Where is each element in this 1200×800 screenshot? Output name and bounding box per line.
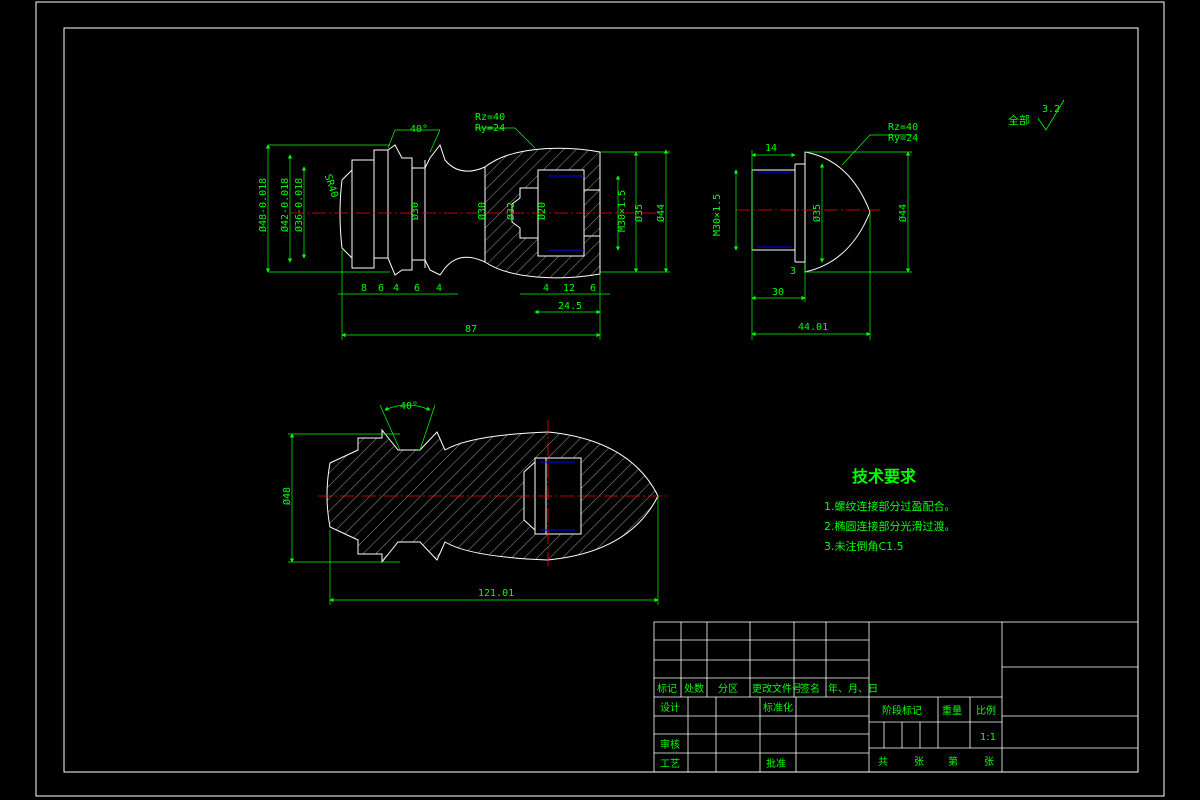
view1-dia-36: Ø36-0.018 bbox=[293, 178, 305, 232]
view1-dim-8: 8 bbox=[361, 283, 367, 294]
tb-sheets: 张 bbox=[914, 756, 924, 768]
view1-dim-4a: 4 bbox=[393, 283, 399, 294]
tb-standard: 标准化 bbox=[763, 701, 793, 714]
title-block bbox=[653, 621, 1139, 773]
view2-thread: M30×1.5 bbox=[712, 194, 723, 236]
view2-roughness-1: Rz=40 bbox=[888, 122, 918, 133]
view1-dim-4b: 4 bbox=[436, 283, 442, 294]
view3-total: 121.01 bbox=[478, 588, 514, 599]
view1-dia-44: Ø44 bbox=[655, 204, 667, 222]
view1-dia-30a: Ø30 bbox=[409, 202, 421, 220]
tb-header-doc: 更改文件号 bbox=[752, 682, 802, 695]
tb-review: 审核 bbox=[660, 738, 680, 751]
view2-d3: 3 bbox=[790, 266, 796, 277]
view1-roughness-1: Rz=40 bbox=[475, 112, 505, 123]
tb-design: 设计 bbox=[660, 701, 680, 714]
view1-dia-32: Ø32 bbox=[505, 202, 517, 220]
view1-dim-24-5: 24.5 bbox=[558, 301, 582, 312]
tb-header-count: 处数 bbox=[684, 682, 704, 695]
view3-dia: Ø48 bbox=[281, 487, 293, 505]
notes-title: 技术要求 bbox=[852, 467, 917, 486]
roughness-global-value: 3.2 bbox=[1042, 104, 1060, 115]
view2-dia35: Ø35 bbox=[811, 204, 823, 222]
notes-item-2: 2.椭圆连接部分光滑过渡。 bbox=[824, 519, 956, 533]
tb-header-mark: 标记 bbox=[657, 683, 677, 695]
sheet-border-inner bbox=[63, 27, 1139, 773]
tb-header-sign: 签名 bbox=[800, 682, 820, 695]
view2-d30: 30 bbox=[772, 287, 784, 298]
view1-angle: 40° bbox=[410, 124, 428, 135]
view2-dimensions bbox=[733, 134, 912, 340]
cad-drawing: 40° SR40 Rz=40 Ry=24 Ø48-0.018 Ø42-0.018… bbox=[35, 1, 1165, 797]
tb-weight: 重量 bbox=[942, 704, 962, 717]
view1-dim-6c: 6 bbox=[590, 283, 596, 294]
view1-dim-6a: 6 bbox=[378, 283, 384, 294]
view1-dim-6b: 6 bbox=[414, 283, 420, 294]
tb-stage: 阶段标记 bbox=[882, 704, 922, 717]
tb-page-label: 第 bbox=[948, 755, 958, 768]
view2-dia44: Ø44 bbox=[897, 204, 909, 222]
view2-roughness-2: Ry=24 bbox=[888, 133, 918, 144]
sheet-border-outer bbox=[35, 1, 1165, 797]
tb-header-date: 年、月、日 bbox=[828, 682, 878, 695]
view1-roughness-2: Ry=24 bbox=[475, 123, 505, 134]
view1-dim-12: 12 bbox=[563, 283, 575, 294]
view3-angle: 40° bbox=[400, 401, 418, 412]
view2-part bbox=[751, 151, 871, 273]
view1-dimensions bbox=[265, 127, 670, 340]
view1-thread: M30×1.5 bbox=[617, 190, 628, 232]
view1-dia-35: Ø35 bbox=[633, 204, 645, 222]
view1-total: 87 bbox=[465, 324, 477, 335]
tb-page-sheets: 张 bbox=[984, 756, 994, 768]
tb-scale-value: 1:1 bbox=[980, 732, 996, 743]
view1-dim-4c: 4 bbox=[543, 283, 549, 294]
view1-sphere: SR40 bbox=[322, 173, 340, 199]
view2-total: 44.01 bbox=[798, 322, 828, 333]
tb-approve: 批准 bbox=[766, 757, 786, 770]
tb-scale-label: 比例 bbox=[976, 704, 996, 717]
tb-total-label: 共 bbox=[878, 756, 888, 768]
view1-dia-20: Ø20 bbox=[536, 202, 548, 220]
tb-process: 工艺 bbox=[660, 758, 680, 770]
view2-d14: 14 bbox=[765, 143, 777, 154]
notes-item-3: 3.未注倒角C1.5 bbox=[824, 539, 904, 553]
notes-item-1: 1.螺纹连接部分过盈配合。 bbox=[824, 499, 956, 513]
tb-header-zone: 分区 bbox=[718, 683, 738, 695]
view1-dia-48: Ø48-0.018 bbox=[257, 178, 269, 232]
view1-section bbox=[339, 143, 601, 279]
view1-dia-30b: Ø30 bbox=[476, 202, 488, 220]
view1-dia-42: Ø42-0.018 bbox=[279, 178, 291, 232]
roughness-global-label: 全部 bbox=[1008, 113, 1030, 127]
